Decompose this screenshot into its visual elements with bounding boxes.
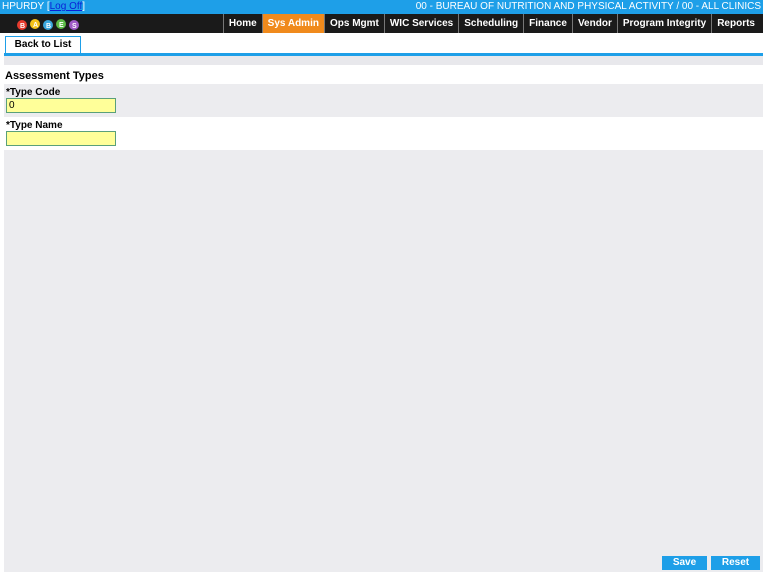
nav-item-reports[interactable]: Reports (711, 14, 760, 33)
nav-item-program-integrity[interactable]: Program Integrity (616, 14, 711, 33)
nav-item-ops-mgmt[interactable]: Ops Mgmt (323, 14, 384, 33)
type-name-input[interactable] (6, 131, 116, 146)
svg-text:E: E (59, 22, 64, 29)
nav-item-sys-admin[interactable]: Sys Admin (261, 14, 324, 33)
type-name-label: *Type Name (6, 120, 63, 131)
reset-button[interactable]: Reset (711, 556, 760, 570)
top-status-bar: HPURDY [Log Off] 00 - BUREAU OF NUTRITIO… (0, 0, 763, 14)
app-logo: B A B E S (12, 14, 86, 33)
toolbar: Back to List (0, 33, 763, 54)
main-navbar: B A B E S Home Sys Admin Ops Mgmt WIC Se… (0, 14, 763, 33)
svg-text:B: B (20, 23, 25, 30)
type-code-row: *Type Code 0 (4, 84, 763, 117)
svg-text:A: A (33, 22, 38, 29)
nav-item-finance[interactable]: Finance (523, 14, 572, 33)
username: HPURDY (2, 1, 45, 12)
header-strip (4, 56, 763, 65)
page-title: Assessment Types (5, 70, 104, 82)
nav-item-scheduling[interactable]: Scheduling (458, 14, 523, 33)
svg-text:B: B (46, 23, 51, 30)
back-to-list-button[interactable]: Back to List (5, 36, 81, 54)
logoff-link[interactable]: Log Off (50, 1, 83, 12)
type-code-label: *Type Code (6, 87, 61, 98)
organization-label: 00 - BUREAU OF NUTRITION AND PHYSICAL AC… (415, 1, 761, 12)
nav-item-home[interactable]: Home (222, 14, 262, 33)
nav-item-wic-services[interactable]: WIC Services (383, 14, 458, 33)
content-area (4, 150, 763, 572)
nav-menu: Home Sys Admin Ops Mgmt WIC Services Sch… (222, 14, 760, 33)
type-code-input[interactable]: 0 (6, 98, 116, 113)
save-button[interactable]: Save (662, 556, 707, 570)
nav-item-vendor[interactable]: Vendor (571, 14, 617, 33)
user-info: HPURDY [Log Off] (2, 1, 86, 12)
svg-text:S: S (72, 23, 77, 30)
type-name-row: *Type Name (4, 117, 763, 150)
